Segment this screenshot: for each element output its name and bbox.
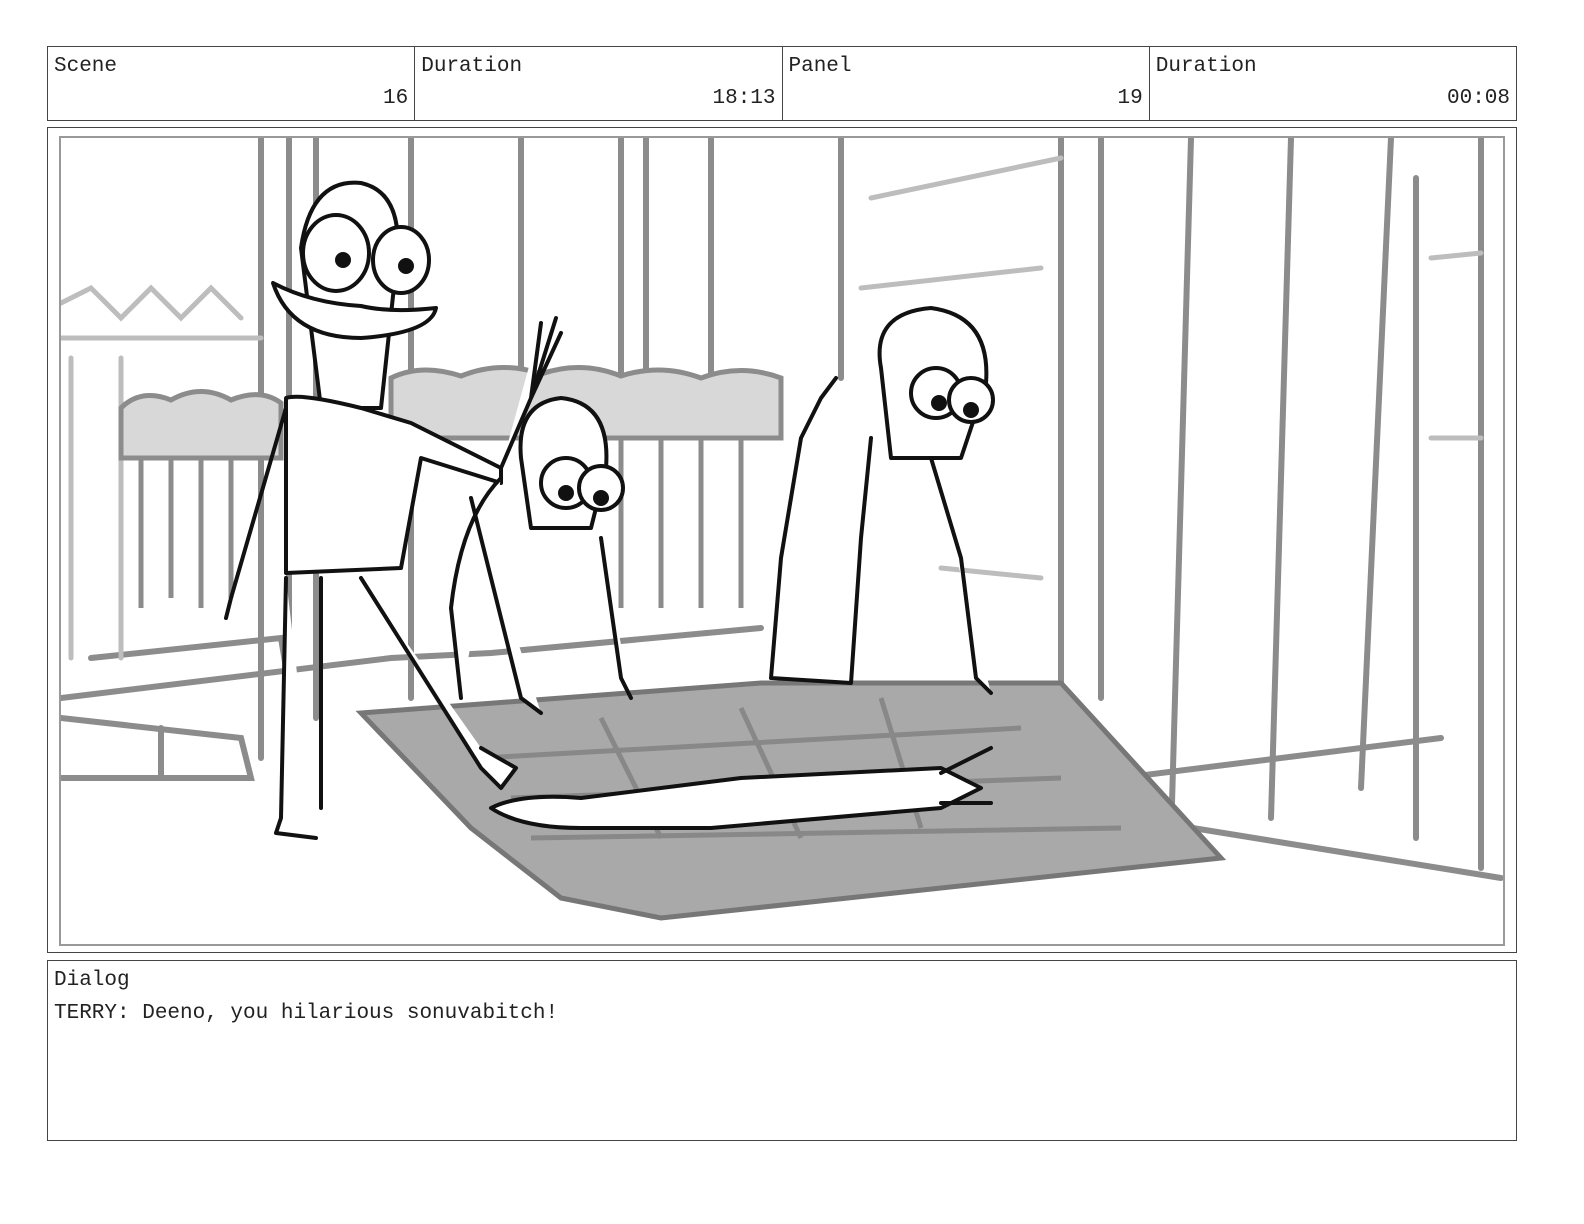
dialog-text: TERRY: Deeno, you hilarious sonuvabitch! [54, 1002, 559, 1025]
dialog-label: Dialog [54, 969, 130, 992]
panel-cell: Panel 19 [783, 47, 1150, 120]
panel-frame [47, 127, 1517, 953]
dialog-box: Dialog TERRY: Deeno, you hilarious sonuv… [47, 960, 1517, 1141]
panel-label: Panel [788, 55, 852, 78]
panel-value: 19 [1117, 87, 1143, 110]
storyboard-sketch-icon [61, 138, 1503, 921]
storyboard-artwork [59, 136, 1505, 946]
scene-value: 16 [383, 87, 409, 110]
scene-cell: Scene 16 [48, 47, 416, 120]
panel-duration-label: Duration [1155, 55, 1257, 78]
scene-duration-label: Duration [421, 55, 523, 78]
storyboard-header: Scene 16 Duration 18:13 Panel 19 Duratio… [47, 46, 1517, 121]
panel-duration-cell: Duration 00:08 [1150, 47, 1516, 120]
scene-duration-cell: Duration 18:13 [415, 47, 783, 120]
scene-duration-value: 18:13 [712, 87, 776, 110]
panel-duration-value: 00:08 [1446, 87, 1510, 110]
scene-label: Scene [54, 55, 118, 78]
